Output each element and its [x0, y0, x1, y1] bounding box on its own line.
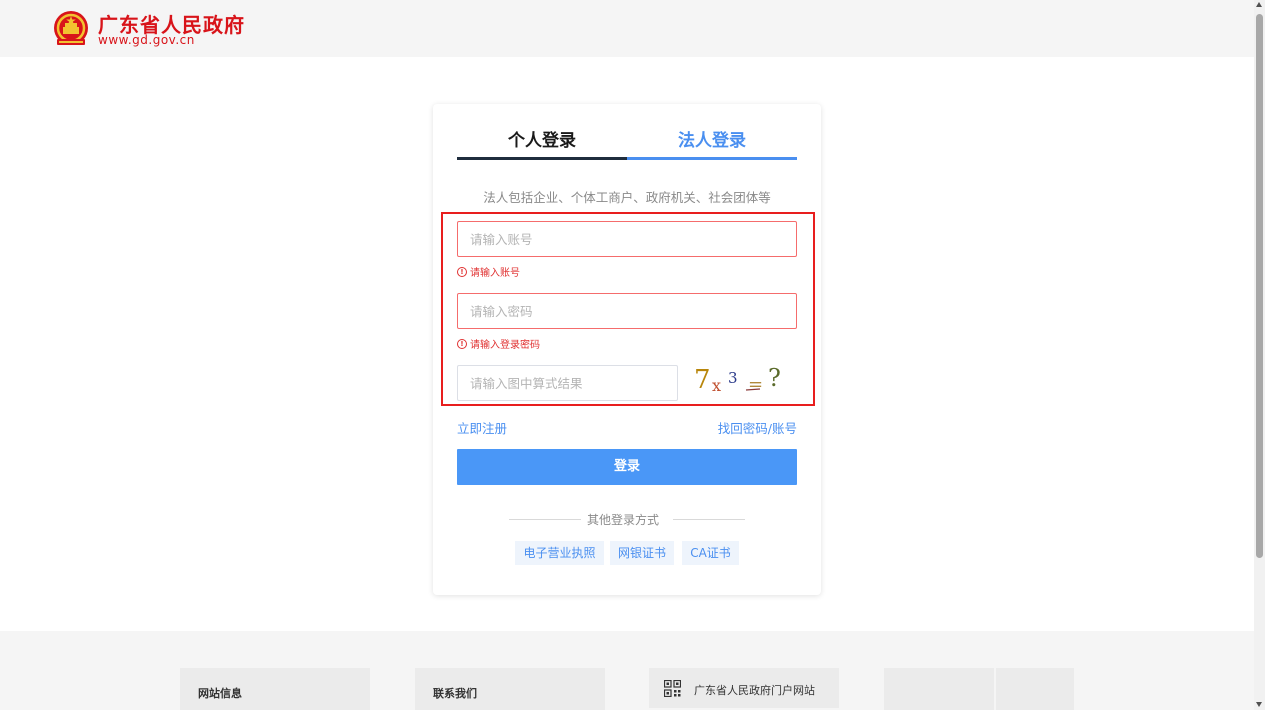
account-input[interactable] — [457, 221, 797, 257]
password-error: ! 请输入登录密码 — [457, 336, 540, 351]
captcha-equals: = — [748, 374, 763, 395]
footer-extra-block — [996, 668, 1074, 710]
error-info-icon: ! — [457, 266, 467, 277]
national-emblem-icon[interactable] — [52, 10, 90, 48]
account-error: ! 请输入账号 — [457, 264, 520, 279]
tab-legal-person-login[interactable]: 法人登录 — [627, 126, 797, 160]
divider-left — [509, 519, 581, 520]
qr-code-icon — [664, 680, 681, 697]
divider-right — [673, 519, 745, 520]
captcha-digit-a: 7 — [694, 365, 711, 395]
site-url: www.gd.gov.cn — [98, 33, 195, 47]
scrollbar-thumb[interactable] — [1256, 14, 1263, 558]
account-error-text: 请输入账号 — [470, 268, 520, 279]
top-header: 广东省人民政府 www.gd.gov.cn — [0, 0, 1254, 57]
tab-personal-login[interactable]: 个人登录 — [457, 126, 627, 160]
captcha-question: ? — [768, 364, 781, 392]
login-button[interactable]: 登录 — [457, 449, 797, 485]
scroll-up-arrow-icon[interactable] — [1256, 2, 1262, 7]
other-methods-label: 其他登录方式 — [587, 513, 660, 527]
recover-password-link[interactable]: 找回密码/账号 — [718, 418, 797, 437]
captcha-digit-b: 3 — [728, 369, 738, 387]
page-scrollbar[interactable] — [1254, 0, 1265, 710]
captcha-input[interactable] — [457, 365, 678, 401]
bank-certificate-button[interactable]: 网银证书 — [610, 541, 674, 565]
footer-extra-block — [884, 668, 994, 710]
e-business-license-button[interactable]: 电子营业执照 — [515, 541, 604, 565]
footer-site-info-title: 网站信息 — [198, 687, 242, 700]
password-error-text: 请输入登录密码 — [470, 340, 540, 351]
password-input[interactable] — [457, 293, 797, 329]
footer-contact-title: 联系我们 — [433, 687, 477, 700]
register-link[interactable]: 立即注册 — [457, 418, 507, 437]
error-info-icon: ! — [457, 338, 467, 349]
legal-person-hint: 法人包括企业、个体工商户、政府机关、社会团体等 — [483, 190, 771, 205]
captcha-operator: x — [712, 376, 721, 395]
captcha-image[interactable]: 7 x 3 = ? — [690, 362, 790, 398]
ca-certificate-button[interactable]: CA证书 — [682, 541, 739, 565]
footer-portal-link[interactable]: 广东省人民政府门户网站 — [694, 682, 815, 698]
scroll-down-arrow-icon[interactable] — [1256, 702, 1262, 707]
